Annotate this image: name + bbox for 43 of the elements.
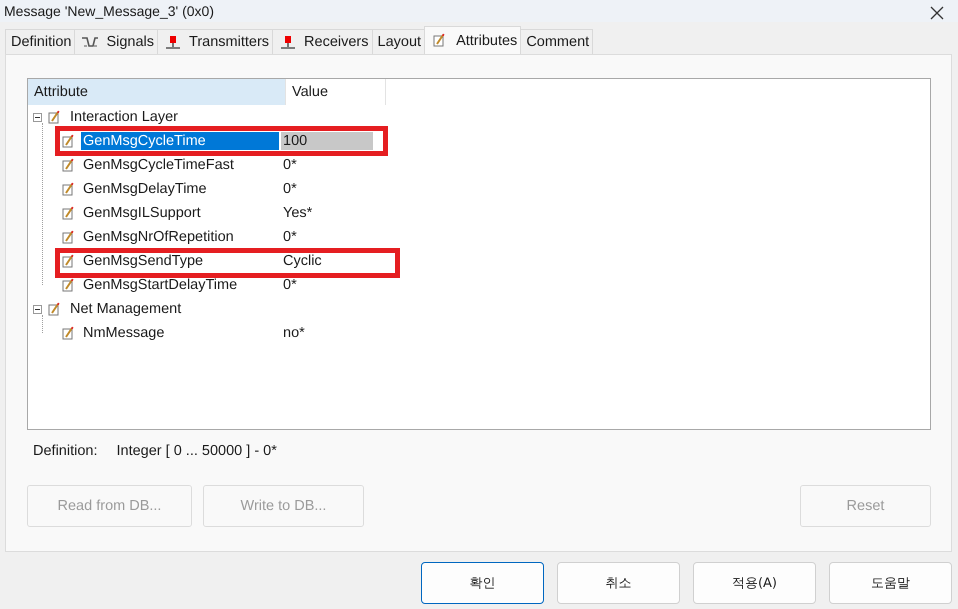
value-text: 0* [282, 228, 298, 246]
dialog-button[interactable]: 도움말 [829, 562, 952, 604]
tree-item[interactable]: GenMsgNrOfRepetition [81, 228, 279, 246]
dialog-button[interactable]: 취소 [557, 562, 680, 604]
tab[interactable]: Comment [520, 29, 594, 54]
tree-item[interactable]: GenMsgCycleTime [81, 132, 279, 150]
collapse-icon[interactable] [33, 112, 42, 122]
tree-item[interactable]: Interaction Layer [68, 108, 180, 126]
tree-item[interactable]: GenMsgILSupport [81, 204, 279, 222]
tab[interactable]: Definition [5, 29, 76, 54]
value-text: no* [282, 324, 306, 342]
pencil-icon [62, 182, 74, 196]
close-icon[interactable] [930, 6, 944, 20]
dialog-button[interactable]: 확인 [421, 562, 544, 604]
pencil-icon [62, 326, 74, 340]
tree-item[interactable]: GenMsgStartDelayTime [81, 276, 279, 294]
pencil-icon [48, 110, 60, 124]
waveform-icon [80, 34, 100, 50]
tree-item[interactable]: GenMsgDelayTime [81, 180, 279, 198]
definition-value: Integer [ 0 ... 50000 ] - 0* [116, 443, 277, 459]
pencil-icon [62, 158, 74, 172]
tree-item[interactable]: GenMsgSendType [81, 252, 279, 270]
value-text: 0* [282, 276, 298, 294]
dialog-button[interactable]: 적용(A) [693, 562, 816, 604]
column-header[interactable]: Value [286, 79, 386, 105]
value-text: Yes* [282, 204, 314, 222]
tree-item[interactable]: GenMsgCycleTimeFast [81, 156, 279, 174]
tree-item[interactable]: NmMessage [81, 324, 279, 342]
pencil-icon [62, 134, 74, 148]
column-header[interactable]: Attribute [28, 79, 286, 105]
pencil-icon [62, 230, 74, 244]
value-text: 0* [282, 156, 298, 174]
value-field[interactable]: 100 [281, 132, 373, 150]
value-text: 0* [282, 180, 298, 198]
collapse-icon[interactable] [33, 304, 42, 314]
tab[interactable]: Attributes [424, 26, 522, 54]
pencil-icon [62, 206, 74, 220]
definition-label: Definition: [33, 443, 98, 459]
pencil-icon [62, 254, 74, 268]
window-title: Message 'New_Message_3' (0x0) [4, 2, 214, 20]
tree-item[interactable]: Net Management [68, 300, 184, 318]
pencil-icon [62, 278, 74, 292]
pencil-icon [48, 302, 60, 316]
